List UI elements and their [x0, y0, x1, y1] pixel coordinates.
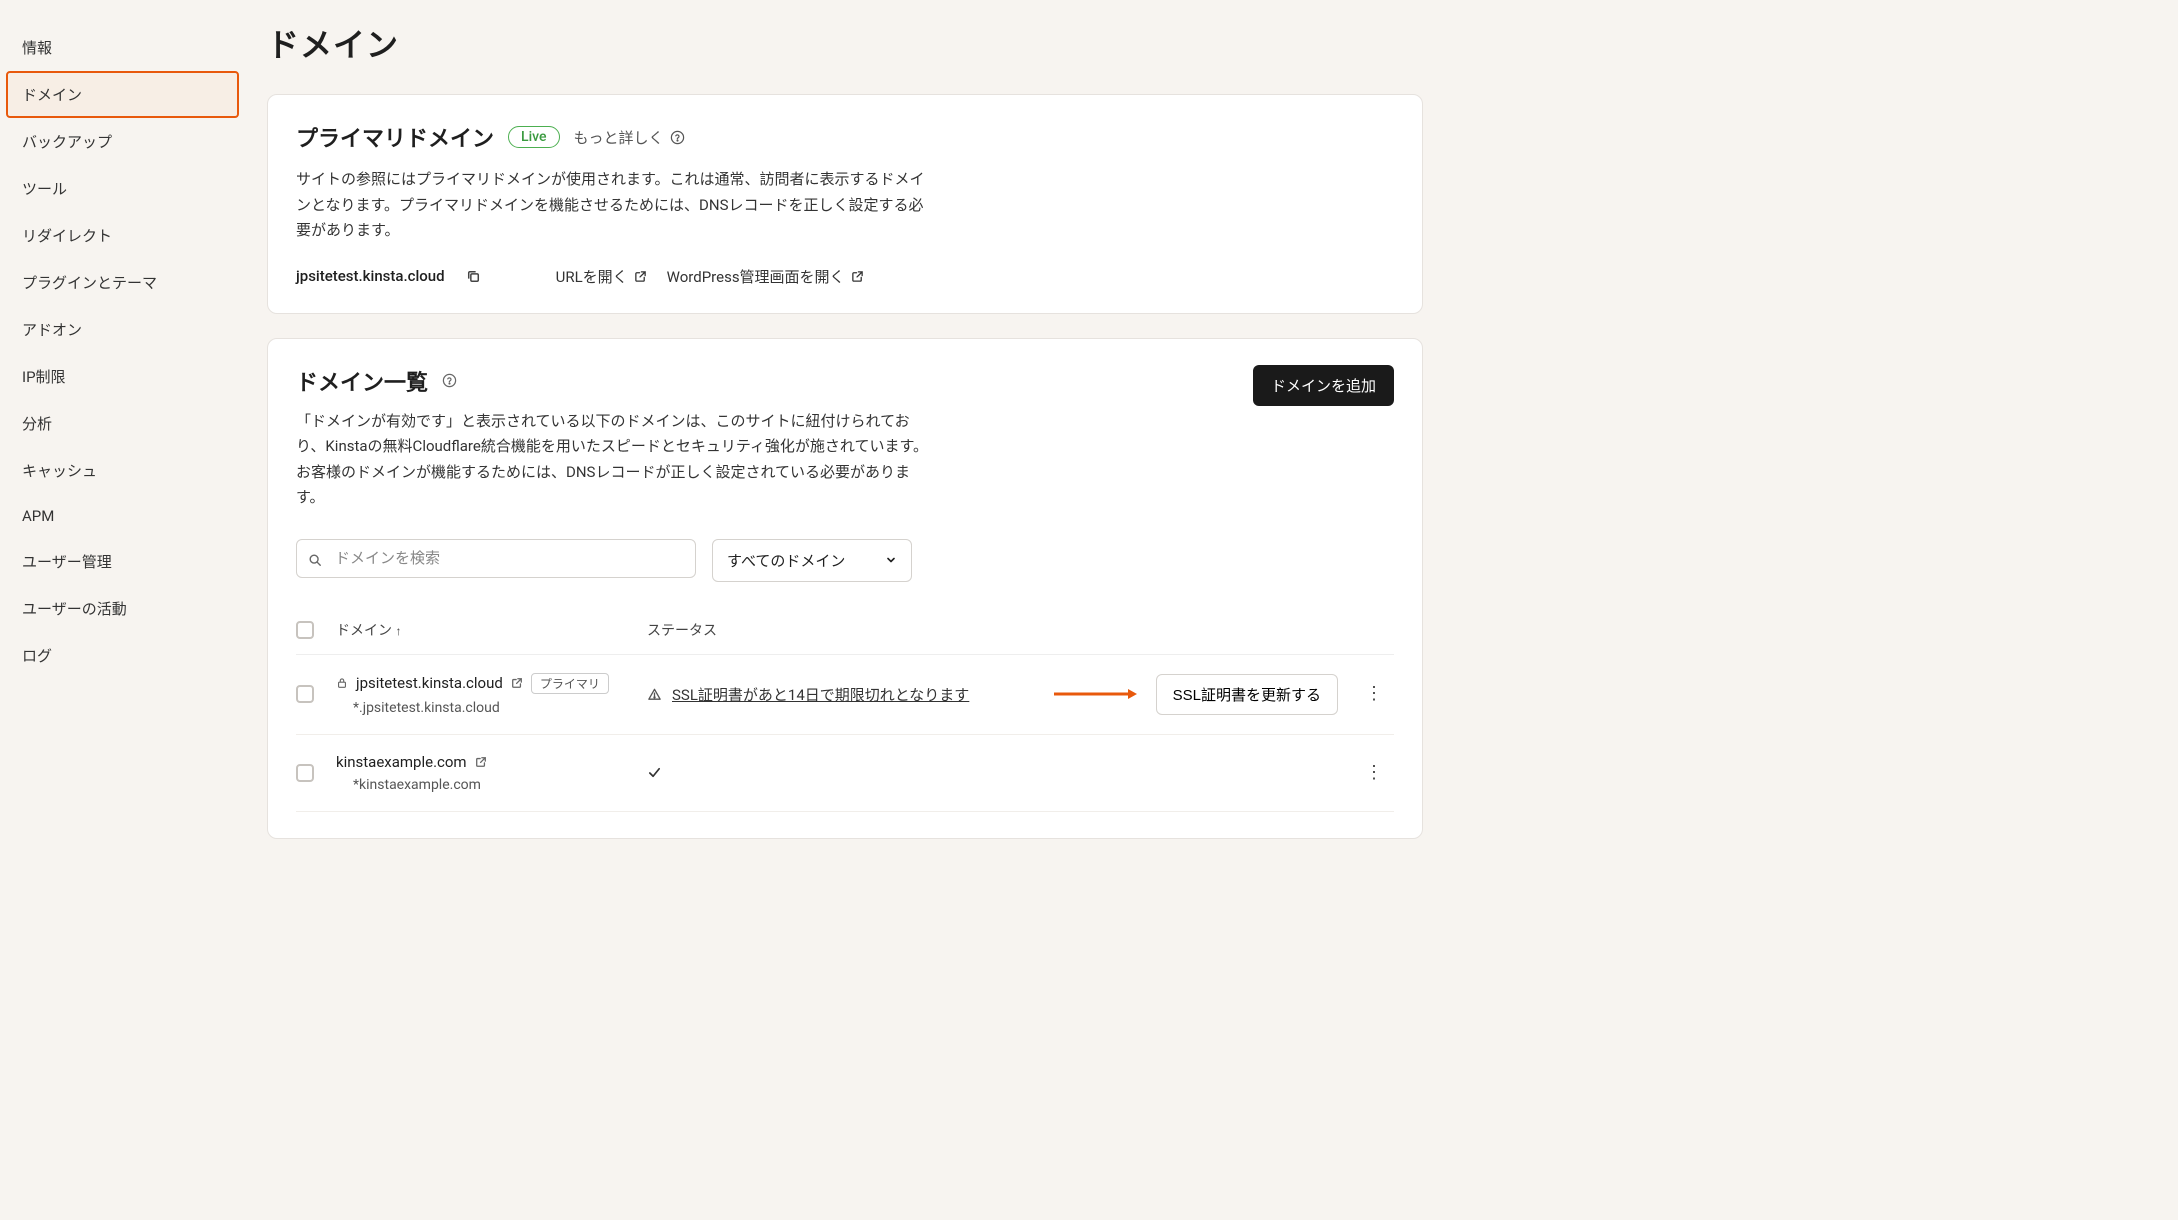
external-link-icon — [634, 270, 647, 283]
sidebar-item-7[interactable]: IP制限 — [0, 353, 245, 400]
search-icon — [308, 553, 322, 567]
row-checkbox[interactable] — [296, 685, 314, 703]
renew-ssl-button[interactable]: SSL証明書を更新する — [1156, 674, 1338, 715]
external-link-icon[interactable] — [511, 677, 523, 689]
sidebar-item-0[interactable]: 情報 — [0, 24, 245, 71]
primary-domain-heading: プライマリドメイン — [296, 121, 494, 153]
row-domain-name[interactable]: kinstaexample.com — [336, 753, 467, 771]
open-wp-label: WordPress管理画面を開く — [667, 266, 845, 287]
primary-domain-description: サイトの参照にはプライマリドメインが使用されます。これは通常、訪問者に表示するド… — [296, 167, 936, 244]
row-menu-icon[interactable]: ⋮ — [1365, 683, 1383, 704]
domain-table: ドメイン ↑ ステータス jpsitetest.kinsta.cloud プライマ… — [296, 606, 1394, 812]
add-domain-button[interactable]: ドメインを追加 — [1253, 365, 1394, 406]
column-domain-label: ドメイン — [336, 623, 392, 639]
sidebar-item-9[interactable]: キャッシュ — [0, 447, 245, 494]
primary-domain-value: jpsitetest.kinsta.cloud — [296, 267, 445, 285]
sidebar-item-10[interactable]: APM — [0, 494, 245, 538]
domain-list-heading: ドメイン一覧 — [296, 365, 428, 397]
open-url-link[interactable]: URLを開く — [556, 266, 647, 287]
sidebar-item-2[interactable]: バックアップ — [0, 118, 245, 165]
chevron-down-icon — [885, 554, 897, 566]
row-domain-name[interactable]: jpsitetest.kinsta.cloud — [356, 674, 503, 692]
sort-arrow-icon: ↑ — [395, 624, 401, 638]
domain-search — [296, 539, 696, 582]
warning-icon — [647, 687, 662, 702]
sidebar-item-13[interactable]: ログ — [0, 632, 245, 679]
sidebar-item-5[interactable]: プラグインとテーマ — [0, 259, 245, 306]
learn-more-label: もっと詳しく — [574, 127, 664, 148]
primary-badge: プライマリ — [531, 673, 609, 694]
sidebar: 情報ドメインバックアップツールリダイレクトプラグインとテーマアドオンIP制限分析… — [0, 0, 245, 1220]
column-domain[interactable]: ドメイン ↑ — [336, 620, 631, 640]
table-header: ドメイン ↑ ステータス — [296, 606, 1394, 655]
ssl-warning-link[interactable]: SSL証明書があと14日で期限切れとなります — [672, 684, 969, 705]
lock-icon — [336, 677, 348, 689]
open-url-label: URLを開く — [556, 266, 628, 287]
external-link-icon[interactable] — [475, 756, 487, 768]
column-status-label: ステータス — [647, 620, 717, 640]
sidebar-item-3[interactable]: ツール — [0, 165, 245, 212]
arrow-annotation — [1052, 687, 1138, 701]
select-all-checkbox[interactable] — [296, 621, 314, 639]
help-icon[interactable] — [442, 373, 457, 388]
live-badge: Live — [508, 126, 559, 148]
sidebar-item-11[interactable]: ユーザー管理 — [0, 538, 245, 585]
copy-icon[interactable] — [465, 268, 482, 285]
learn-more-link[interactable]: もっと詳しく — [574, 127, 685, 148]
open-wp-admin-link[interactable]: WordPress管理画面を開く — [667, 266, 864, 287]
sidebar-item-8[interactable]: 分析 — [0, 400, 245, 447]
table-row: jpsitetest.kinsta.cloud プライマリ *.jpsitetest… — [296, 655, 1394, 735]
row-subdomain: *.jpsitetest.kinsta.cloud — [336, 700, 631, 716]
domain-filter-label: すべてのドメイン — [727, 550, 845, 571]
row-checkbox[interactable] — [296, 764, 314, 782]
primary-domain-card: プライマリドメイン Live もっと詳しく サイトの参照にはプライマリドメインが… — [267, 94, 1423, 314]
domain-filter-select[interactable]: すべてのドメイン — [712, 539, 912, 582]
sidebar-item-4[interactable]: リダイレクト — [0, 212, 245, 259]
external-link-icon — [851, 270, 864, 283]
row-menu-icon[interactable]: ⋮ — [1365, 762, 1383, 783]
sidebar-item-1[interactable]: ドメイン — [6, 71, 239, 118]
column-status[interactable]: ステータス — [647, 620, 1322, 640]
sidebar-item-12[interactable]: ユーザーの活動 — [0, 585, 245, 632]
row-subdomain: *kinstaexample.com — [336, 777, 631, 793]
main: ドメイン プライマリドメイン Live もっと詳しく サイトの参照にはプライマリ… — [245, 0, 1445, 1220]
domain-search-input[interactable] — [296, 539, 696, 578]
check-icon — [647, 765, 662, 780]
domain-list-description: 「ドメインが有効です」と表示されている以下のドメインは、このサイトに紐付けられて… — [296, 409, 936, 511]
help-icon — [670, 130, 685, 145]
table-row: kinstaexample.com *kinstaexample.com ⋮ — [296, 735, 1394, 812]
page-title: ドメイン — [267, 20, 1423, 66]
sidebar-item-6[interactable]: アドオン — [0, 306, 245, 353]
domain-list-card: ドメイン一覧 「ドメインが有効です」と表示されている以下のドメインは、このサイト… — [267, 338, 1423, 839]
